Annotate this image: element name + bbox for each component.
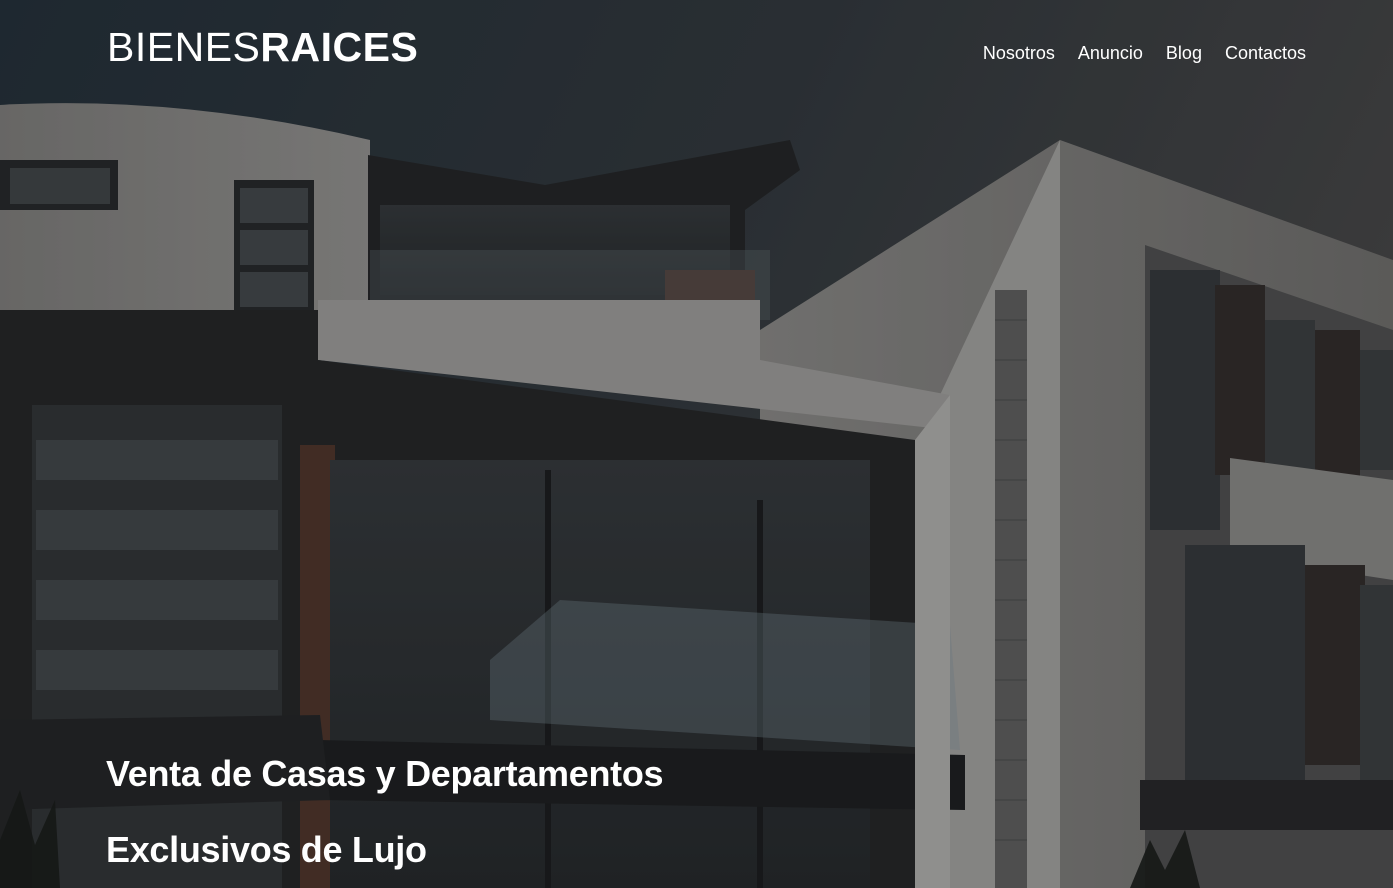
main-navigation: Nosotros Anuncio Blog Contactos [983, 41, 1306, 65]
nav-link-nosotros[interactable]: Nosotros [983, 41, 1055, 65]
nav-link-anuncio[interactable]: Anuncio [1078, 41, 1143, 65]
logo-text-light: BIENES [107, 24, 261, 70]
nav-link-blog[interactable]: Blog [1166, 41, 1202, 65]
site-logo[interactable]: BIENESRAICES [107, 24, 418, 70]
site-header: BIENESRAICES Nosotros Anuncio Blog Conta… [0, 0, 1393, 100]
nav-link-contactos[interactable]: Contactos [1225, 41, 1306, 65]
logo-text-bold: RAICES [260, 24, 419, 70]
hero-headline: Venta de Casas y Departamentos Exclusivo… [106, 753, 664, 870]
hero-headline-block: Venta de Casas y Departamentos Exclusivo… [106, 736, 906, 888]
hero-section: BIENESRAICES Nosotros Anuncio Blog Conta… [0, 0, 1393, 888]
